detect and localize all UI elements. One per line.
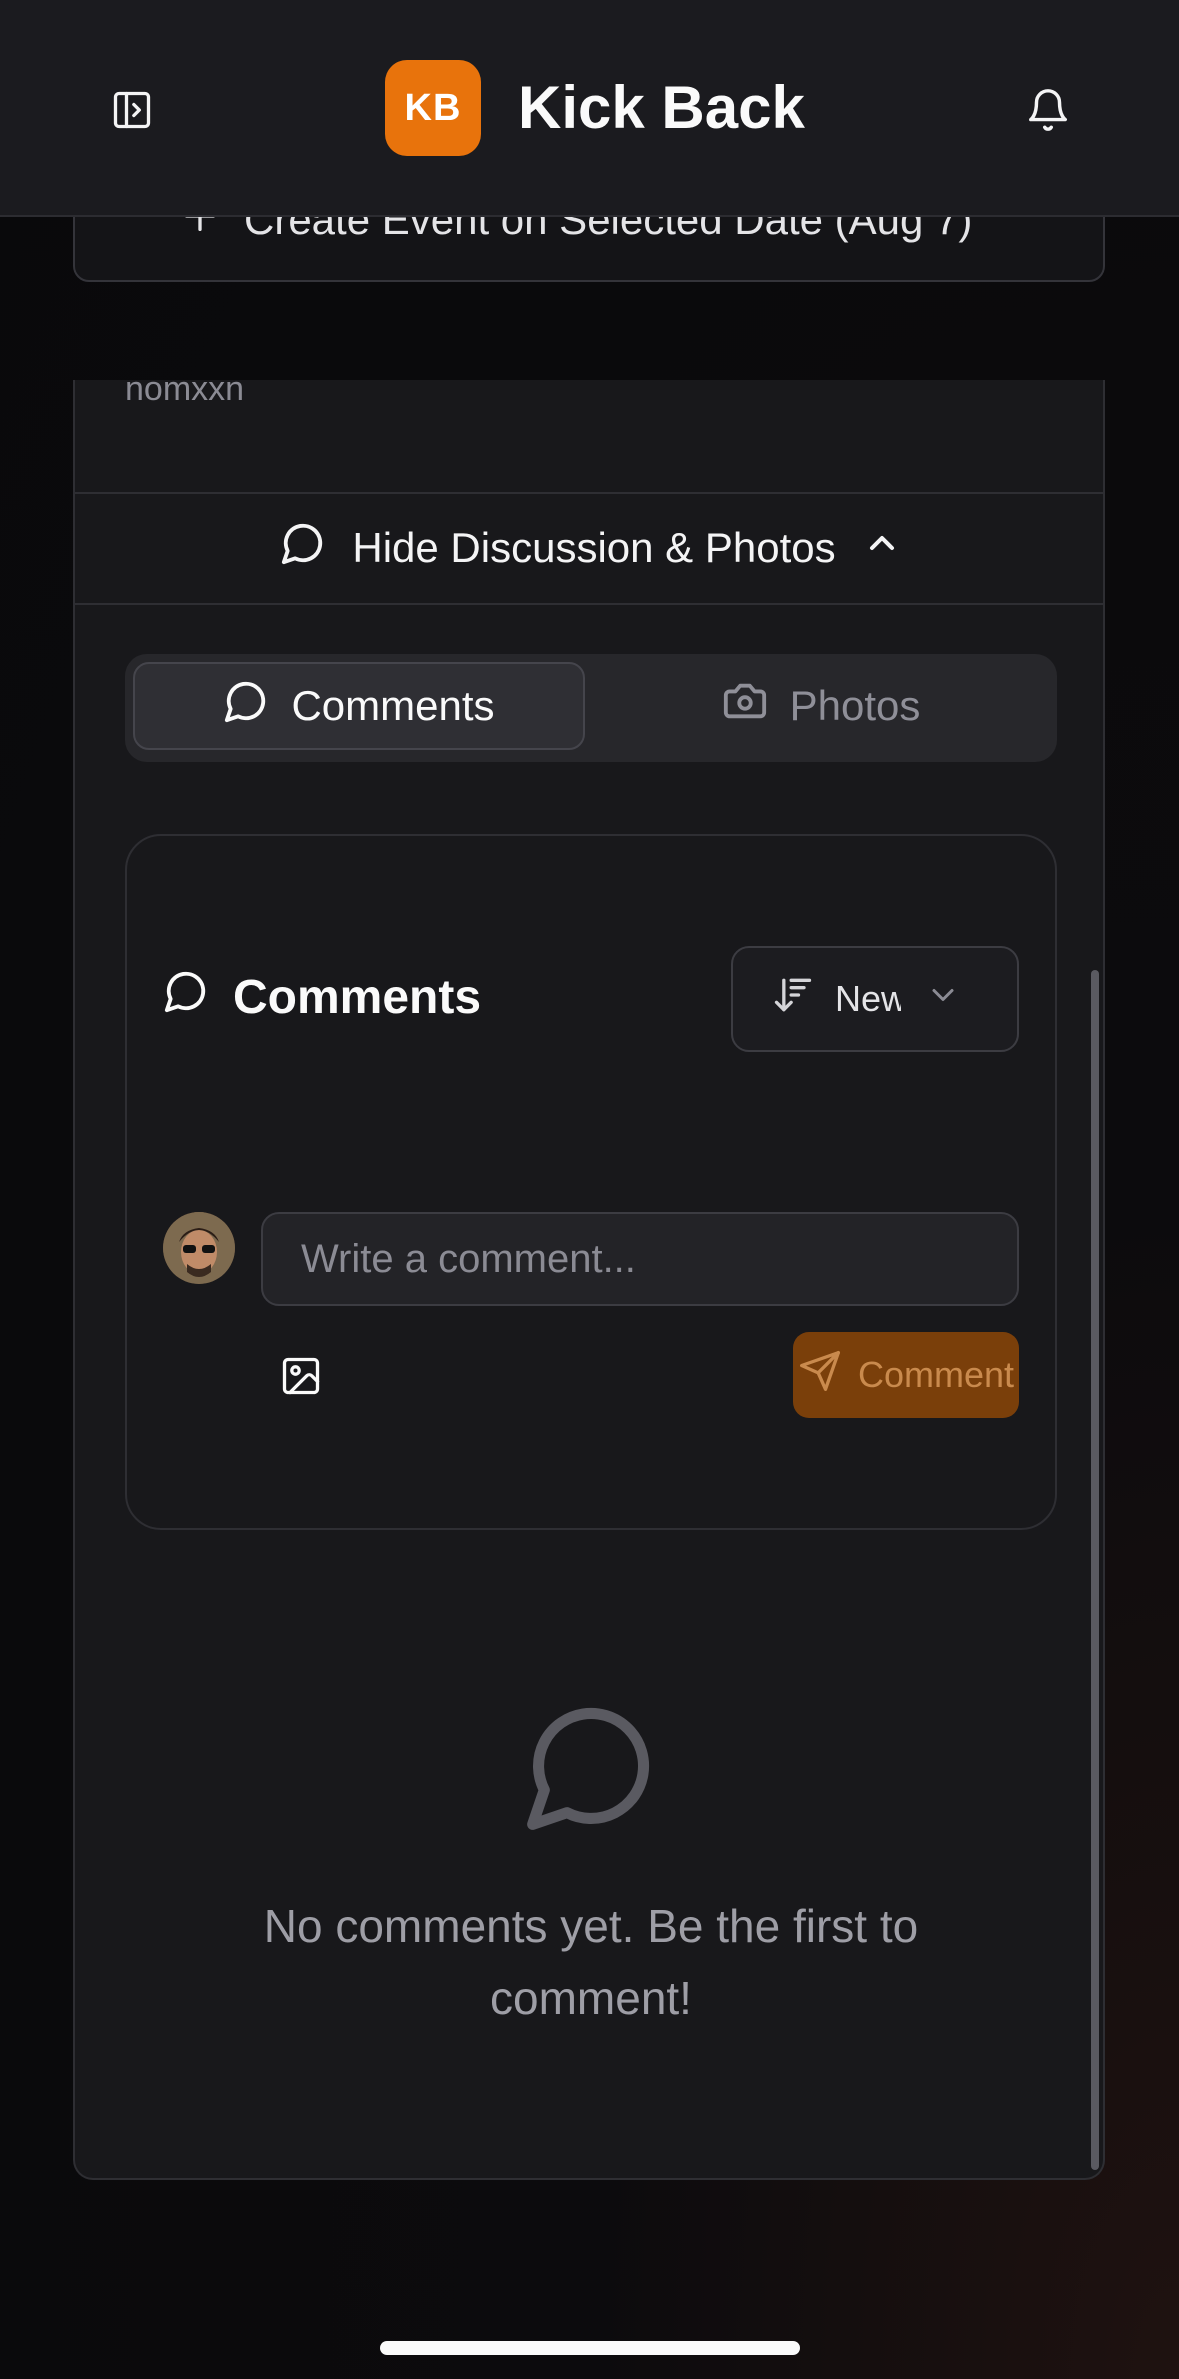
scrollbar[interactable] — [1091, 970, 1099, 2170]
image-upload-icon[interactable] — [277, 1352, 325, 1400]
empty-comments-message: No comments yet. Be the first to comment… — [263, 1900, 919, 2024]
divider — [75, 603, 1103, 605]
organizer-name: nomxxn — [125, 380, 245, 408]
chevron-up-icon — [862, 523, 902, 573]
message-circle-icon — [280, 520, 326, 576]
bell-icon[interactable] — [1018, 80, 1078, 140]
toggle-label: Hide Discussion & Photos — [352, 524, 836, 571]
empty-comments-icon — [521, 1696, 661, 1841]
app-logo: KB — [385, 60, 481, 156]
sidebar-toggle-icon[interactable] — [104, 82, 160, 138]
tab-label: Photos — [789, 682, 921, 729]
avatar — [163, 1212, 235, 1284]
app-header: KB Kick Back — [0, 0, 1179, 217]
submit-comment-label: Comment — [857, 1354, 1015, 1395]
tab-photos[interactable]: Photos — [595, 662, 1047, 750]
home-indicator[interactable] — [380, 2341, 800, 2355]
comments-title: Comments — [233, 970, 482, 1024]
hide-discussion-toggle[interactable]: Hide Discussion & Photos — [75, 493, 1103, 603]
comments-panel: Comments Newest — [125, 834, 1057, 1530]
message-circle-icon — [223, 678, 269, 734]
sort-select[interactable]: Newest — [731, 946, 1019, 1052]
sort-value: Newest — [835, 978, 901, 1019]
comment-input[interactable] — [261, 1212, 1019, 1306]
message-circle-icon — [163, 968, 209, 1026]
tab-label: Comments — [291, 682, 495, 729]
chevron-down-icon — [925, 977, 961, 1022]
camera-icon — [722, 678, 768, 734]
submit-comment-button[interactable]: Comment — [793, 1332, 1019, 1418]
app-title: Kick Back — [518, 74, 805, 141]
discussion-tabs: Comments Photos — [125, 654, 1057, 762]
event-card: nomxxn Hide Discussion & Photos Comments… — [73, 380, 1105, 2180]
tab-comments[interactable]: Comments — [133, 662, 585, 750]
sort-descending-icon — [771, 973, 815, 1026]
comments-heading: Comments — [163, 968, 481, 1026]
send-icon — [798, 1349, 842, 1402]
